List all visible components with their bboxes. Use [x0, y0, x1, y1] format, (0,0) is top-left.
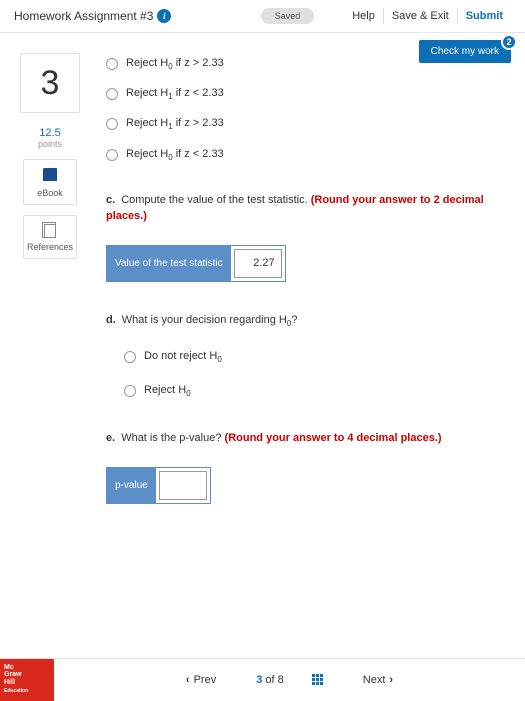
- radio-icon: [124, 351, 136, 363]
- check-my-work-button[interactable]: Check my work 2: [419, 40, 511, 63]
- points-label: points: [38, 139, 62, 149]
- grid-icon[interactable]: [312, 674, 323, 685]
- radio-icon: [106, 88, 118, 100]
- assignment-title: Homework Assignment #3: [14, 9, 153, 23]
- radio-icon: [106, 58, 118, 70]
- mcgraw-hill-logo: McGrawHillEducation: [0, 659, 54, 701]
- part-c: c.Compute the value of the test statisti…: [106, 192, 511, 282]
- save-exit-link[interactable]: Save & Exit: [384, 8, 458, 24]
- submit-link[interactable]: Submit: [458, 8, 511, 24]
- option-d[interactable]: Reject H0 if z < 2.33: [106, 148, 511, 162]
- option-b[interactable]: Reject H1 if z < 2.33: [106, 87, 511, 101]
- test-statistic-input[interactable]: 2.27: [234, 249, 282, 278]
- page-indicator: 3 of 8: [256, 674, 284, 686]
- prev-button[interactable]: ‹ Prev: [174, 670, 228, 690]
- chevron-left-icon: ‹: [186, 674, 190, 686]
- test-statistic-box: Value of the test statistic 2.27: [106, 245, 286, 282]
- question-number: 3: [20, 53, 80, 113]
- next-button[interactable]: Next ›: [351, 670, 405, 690]
- points-value: 12.5: [38, 127, 62, 139]
- option-reject[interactable]: Reject H0: [124, 382, 511, 400]
- help-link[interactable]: Help: [344, 8, 384, 24]
- test-statistic-label: Value of the test statistic: [107, 246, 231, 281]
- pvalue-box: p-value: [106, 467, 211, 504]
- option-c[interactable]: Reject H1 if z > 2.33: [106, 117, 511, 131]
- saved-pill: Saved: [261, 8, 315, 24]
- pvalue-input[interactable]: [159, 471, 207, 500]
- radio-icon: [124, 385, 136, 397]
- option-do-not-reject[interactable]: Do not reject H0: [124, 348, 511, 366]
- chevron-right-icon: ›: [389, 674, 393, 686]
- part-e: e.What is the p-value? (Round your answe…: [106, 430, 511, 504]
- radio-icon: [106, 149, 118, 161]
- info-icon[interactable]: i: [157, 9, 171, 23]
- pvalue-label: p-value: [107, 468, 156, 503]
- radio-icon: [106, 118, 118, 130]
- book-icon: [43, 168, 57, 184]
- part-d: d.What is your decision regarding H0? Do…: [106, 312, 511, 401]
- ebook-button[interactable]: eBook: [23, 159, 77, 205]
- check-badge: 2: [501, 34, 517, 50]
- copy-icon: [44, 224, 56, 238]
- references-button[interactable]: References: [23, 215, 77, 259]
